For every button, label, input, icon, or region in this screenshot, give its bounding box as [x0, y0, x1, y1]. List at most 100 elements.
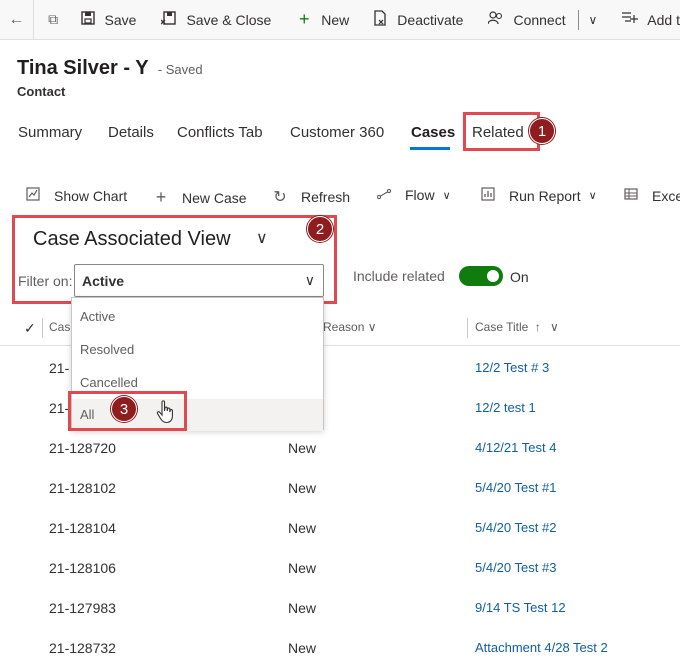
- callout-badge-1: 1: [529, 118, 555, 144]
- table-row[interactable]: 21-128106 New 5/4/20 Test #3: [0, 548, 680, 588]
- case-title-link[interactable]: 5/4/20 Test #2: [475, 520, 556, 535]
- entity-name: Contact: [17, 84, 66, 99]
- connect-button[interactable]: Connect: [487, 0, 566, 39]
- case-title-link[interactable]: 12/2 Test # 3: [475, 360, 549, 375]
- case-title-link[interactable]: 5/4/20 Test #1: [475, 480, 556, 495]
- column-separator: [467, 318, 468, 338]
- sort-ascending-icon: ↑: [534, 320, 541, 334]
- back-button[interactable]: ←: [0, 0, 34, 39]
- include-related-label: Include related: [353, 268, 445, 284]
- plus-icon: +: [299, 9, 310, 29]
- case-status: New: [288, 520, 317, 536]
- case-number: 21-127983: [49, 600, 116, 616]
- chevron-down-icon: ∨: [588, 12, 598, 27]
- flow-icon: [375, 187, 393, 203]
- deactivate-icon: [371, 10, 389, 29]
- hand-pointer-icon: [156, 400, 176, 430]
- refresh-button[interactable]: ↻ Refresh: [271, 187, 350, 207]
- save-close-button[interactable]: Save & Close: [160, 0, 271, 39]
- case-status: New: [288, 600, 317, 616]
- report-icon: [479, 187, 497, 204]
- column-header-reason[interactable]: Reason ∨: [323, 320, 377, 334]
- flow-button[interactable]: Flow ∨: [375, 187, 451, 203]
- deactivate-label: Deactivate: [397, 11, 464, 28]
- column-header-case-title[interactable]: Case Title ↑ ∨: [475, 320, 559, 334]
- include-related-toggle[interactable]: [459, 266, 503, 286]
- callout-badge-3: 3: [111, 396, 137, 422]
- add-to-queue-button[interactable]: Add t: [621, 0, 680, 39]
- tab-details[interactable]: Details: [108, 124, 154, 141]
- chevron-down-icon: ∨: [550, 320, 559, 334]
- form-tabs: Summary Details Conflicts Tab Customer 3…: [0, 118, 680, 154]
- deactivate-button[interactable]: Deactivate: [371, 0, 464, 39]
- case-number: 21-128732: [49, 640, 116, 656]
- record-name: Tina Silver - Y: [17, 57, 149, 79]
- show-chart-label: Show Chart: [54, 187, 128, 204]
- people-icon: [487, 11, 505, 28]
- save-label: Save: [104, 11, 137, 28]
- save-button[interactable]: Save: [79, 0, 137, 39]
- case-number: 21-: [49, 360, 70, 376]
- case-number: 21-128720: [49, 440, 116, 456]
- separator: [577, 9, 579, 30]
- toggle-state-label: On: [510, 269, 529, 285]
- excel-label: Exce: [652, 187, 680, 204]
- filter-option-active[interactable]: Active: [72, 301, 323, 333]
- case-number: 21-128104: [49, 520, 116, 536]
- case-status: New: [288, 480, 317, 496]
- toggle-knob: [487, 270, 499, 282]
- case-status: New: [288, 440, 317, 456]
- flow-label: Flow: [405, 187, 435, 203]
- case-title-link[interactable]: 9/14 TS Test 12: [475, 600, 566, 615]
- case-number: 21-: [49, 400, 70, 416]
- tab-cases[interactable]: Cases: [411, 124, 455, 141]
- command-bar: ← ⧉ Save Save & Close + New Deactivate C…: [0, 0, 680, 40]
- filter-option-resolved[interactable]: Resolved: [72, 334, 323, 366]
- chart-icon: [24, 187, 42, 204]
- excel-icon: [622, 187, 640, 204]
- refresh-icon: ↻: [273, 189, 287, 206]
- column-header-reason-label: Reason: [323, 320, 365, 334]
- plus-icon: +: [155, 187, 167, 207]
- case-title-link[interactable]: 5/4/20 Test #3: [475, 560, 556, 575]
- case-status: New: [288, 560, 317, 576]
- table-row[interactable]: 21-128104 New 5/4/20 Test #2: [0, 508, 680, 548]
- callout-highlight-view: [12, 215, 337, 304]
- subgrid-toolbar: Show Chart + New Case ↻ Refresh Flow ∨ R…: [0, 178, 680, 214]
- new-case-label: New Case: [182, 189, 247, 206]
- table-row[interactable]: 21-128102 New 5/4/20 Test #1: [0, 468, 680, 508]
- select-all-checkmark-icon[interactable]: ✓: [24, 320, 36, 337]
- save-icon: [79, 11, 97, 28]
- show-chart-button[interactable]: Show Chart: [24, 187, 127, 204]
- case-title-link[interactable]: 12/2 test 1: [475, 400, 536, 415]
- case-number: 21-128106: [49, 560, 116, 576]
- connect-label: Connect: [513, 11, 566, 28]
- refresh-label: Refresh: [301, 189, 351, 205]
- new-case-button[interactable]: + New Case: [152, 187, 247, 208]
- tab-conflicts[interactable]: Conflicts Tab: [177, 124, 263, 141]
- chevron-down-icon: ∨: [588, 190, 597, 202]
- new-button[interactable]: + New: [295, 0, 350, 39]
- new-label: New: [321, 11, 350, 28]
- save-status: - Saved: [157, 62, 203, 77]
- more-commands-button[interactable]: ∨: [588, 0, 598, 39]
- add-to-label: Add t: [647, 11, 680, 28]
- case-title-link[interactable]: Attachment 4/28 Test 2: [475, 640, 608, 655]
- add-list-icon: [621, 11, 639, 28]
- tab-customer-360[interactable]: Customer 360: [290, 124, 384, 141]
- popout-icon: ⧉: [48, 11, 59, 27]
- tab-summary[interactable]: Summary: [18, 124, 82, 141]
- chevron-down-icon: ∨: [442, 189, 451, 202]
- record-title: Tina Silver - Y - Saved: [17, 57, 203, 80]
- callout-badge-2: 2: [307, 216, 333, 242]
- open-in-new-window-button[interactable]: ⧉: [34, 0, 73, 39]
- column-header-case-title-label: Case Title: [475, 320, 529, 334]
- excel-templates-button[interactable]: Exce: [622, 187, 680, 204]
- case-number: 21-128102: [49, 480, 116, 496]
- run-report-button[interactable]: Run Report ∨: [479, 187, 597, 204]
- table-row[interactable]: 21-128732 New Attachment 4/28 Test 2: [0, 622, 680, 662]
- column-separator: [42, 318, 43, 338]
- table-row[interactable]: 21-128720 New 4/12/21 Test 4: [0, 428, 680, 468]
- case-title-link[interactable]: 4/12/21 Test 4: [475, 440, 556, 455]
- save-close-icon: [160, 11, 178, 28]
